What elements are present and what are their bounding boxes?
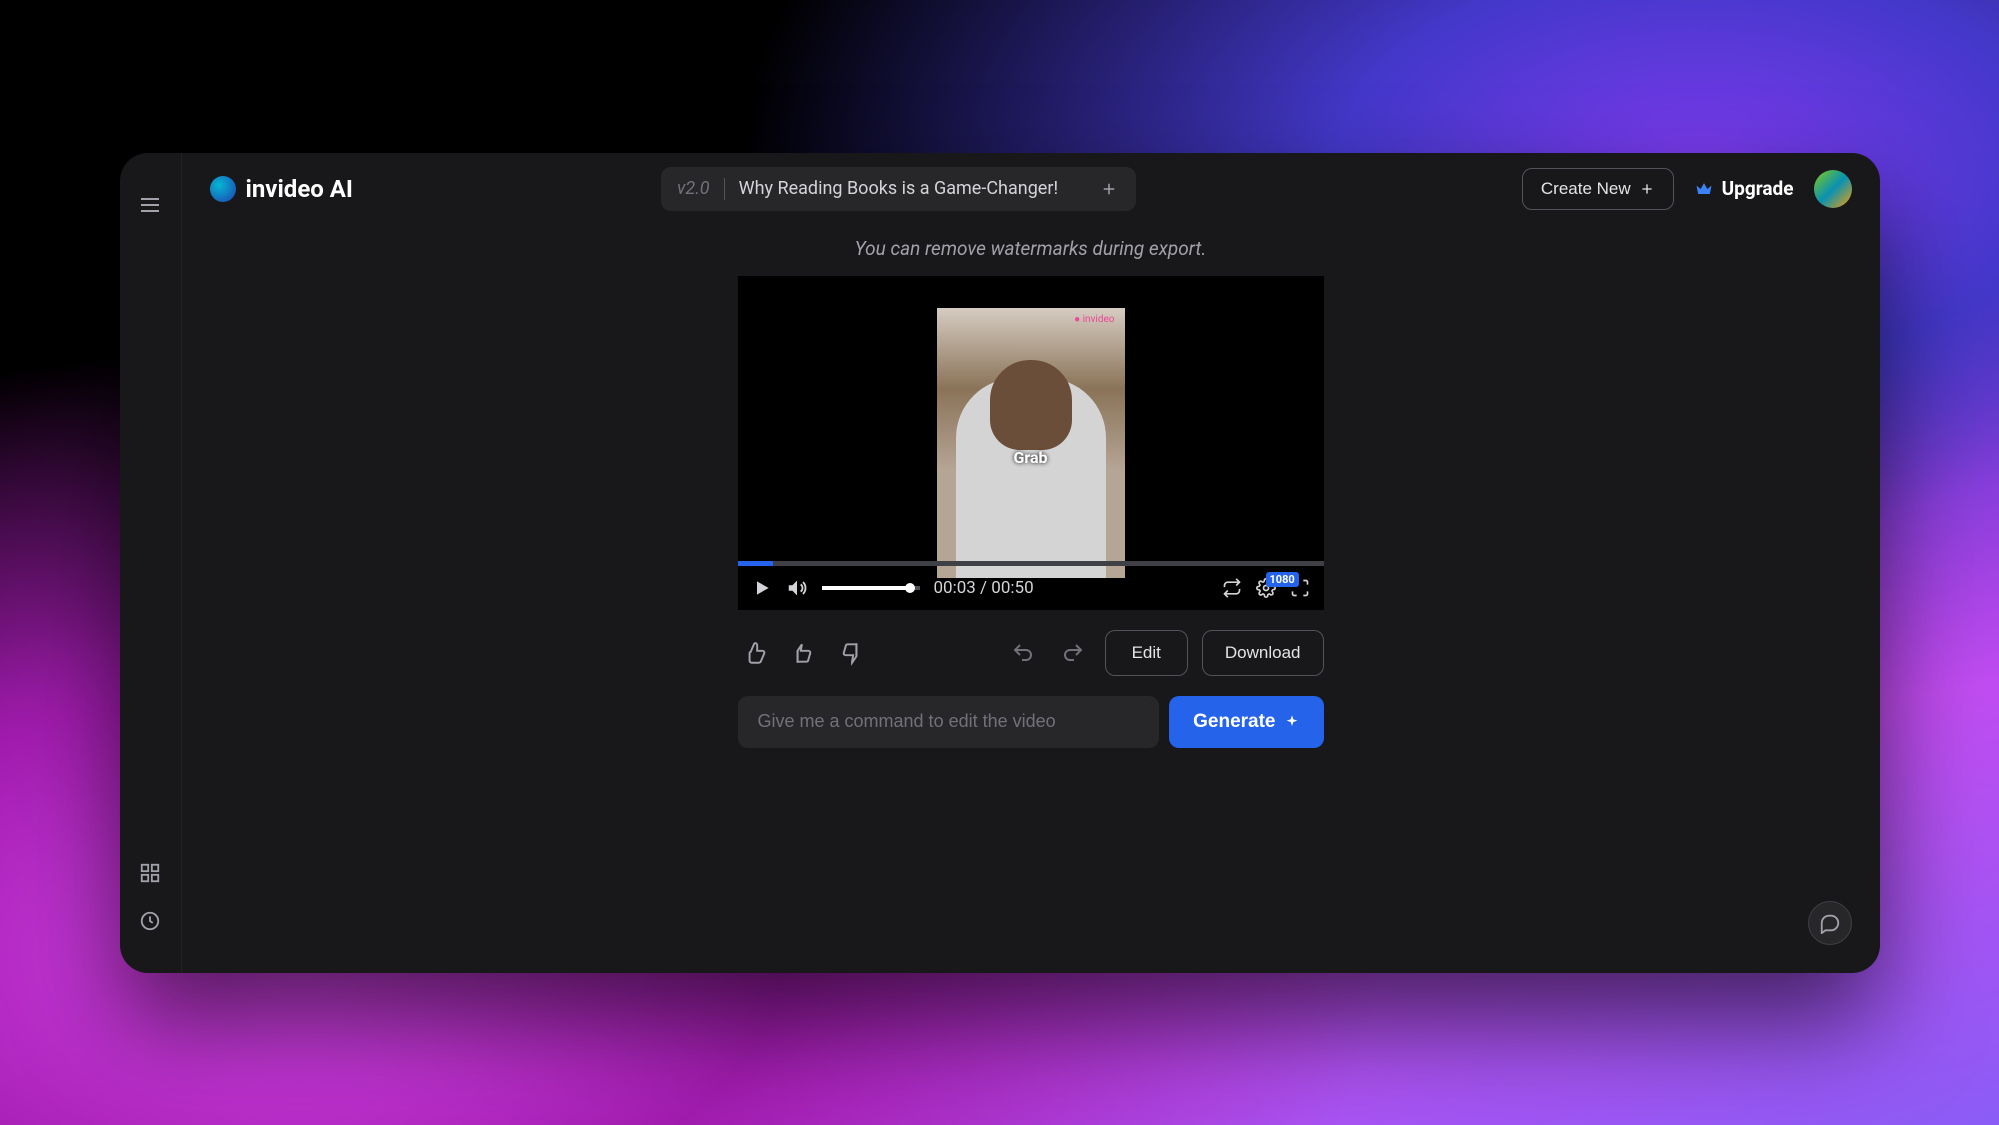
- action-row: Edit Download: [738, 630, 1324, 676]
- quality-badge: 1080: [1266, 572, 1299, 587]
- command-row: Generate: [738, 696, 1324, 748]
- thumbs-up-button[interactable]: [786, 636, 820, 670]
- sparkle-icon: [1284, 714, 1300, 730]
- brand-name: invideo AI: [246, 175, 353, 203]
- undo-icon: [1011, 641, 1035, 665]
- title-pill[interactable]: v2.0 Why Reading Books is a Game-Changer…: [661, 167, 1136, 211]
- content: You can remove watermarks during export.…: [182, 225, 1880, 973]
- crown-icon: [1694, 179, 1714, 199]
- project-title: Why Reading Books is a Game-Changer!: [739, 178, 1058, 199]
- video-frame: Grab ● invideo: [937, 308, 1125, 578]
- brand-logo-icon: [210, 176, 236, 202]
- clap-icon: [742, 640, 768, 666]
- main-area: invideo AI v2.0 Why Reading Books is a G…: [182, 153, 1880, 973]
- loop-button[interactable]: [1222, 578, 1242, 598]
- edit-label: Edit: [1132, 643, 1161, 663]
- version-label: v2.0: [677, 178, 710, 199]
- video-caption: Grab: [1013, 448, 1047, 467]
- grid-icon: [139, 862, 161, 884]
- grid-view-button[interactable]: [132, 855, 168, 891]
- upgrade-label: Upgrade: [1722, 177, 1794, 200]
- volume-knob[interactable]: [905, 583, 915, 593]
- volume-fill: [822, 586, 910, 590]
- top-bar: invideo AI v2.0 Why Reading Books is a G…: [182, 153, 1880, 225]
- hamburger-menu-button[interactable]: [132, 187, 168, 223]
- top-right: Create New Upgrade: [1522, 168, 1852, 210]
- video-player[interactable]: Grab ● invideo: [738, 276, 1324, 610]
- avatar[interactable]: [1814, 170, 1852, 208]
- menu-icon: [138, 193, 162, 217]
- download-label: Download: [1225, 643, 1301, 663]
- loop-icon: [1222, 578, 1242, 598]
- volume-button[interactable]: [786, 577, 808, 599]
- clock-icon: [139, 910, 161, 932]
- create-new-button[interactable]: Create New: [1522, 168, 1674, 210]
- play-icon: [752, 578, 772, 598]
- thumbs-up-icon: [790, 640, 816, 666]
- download-button[interactable]: Download: [1202, 630, 1324, 676]
- video-controls: 00:03 / 00:50 1080: [738, 566, 1324, 610]
- edit-button[interactable]: Edit: [1105, 630, 1188, 676]
- upgrade-button[interactable]: Upgrade: [1694, 177, 1794, 200]
- plus-icon: [1100, 180, 1118, 198]
- settings-button[interactable]: 1080: [1256, 578, 1276, 598]
- thumbs-down-button[interactable]: [834, 636, 868, 670]
- volume-icon: [786, 577, 808, 599]
- app-window: invideo AI v2.0 Why Reading Books is a G…: [120, 153, 1880, 973]
- left-rail: [120, 153, 182, 973]
- chat-button[interactable]: [1808, 901, 1852, 945]
- chat-icon: [1819, 912, 1841, 934]
- time-display: 00:03 / 00:50: [934, 578, 1034, 598]
- history-button[interactable]: [132, 903, 168, 939]
- volume-slider[interactable]: [822, 586, 920, 590]
- play-button[interactable]: [752, 578, 772, 598]
- divider: [724, 178, 725, 200]
- watermark-hint: You can remove watermarks during export.: [855, 237, 1207, 260]
- add-project-button[interactable]: [1098, 178, 1120, 200]
- thumbs-down-icon: [838, 640, 864, 666]
- plus-icon: [1639, 181, 1655, 197]
- video-content: [956, 378, 1106, 578]
- brand: invideo AI: [210, 175, 353, 203]
- generate-button[interactable]: Generate: [1169, 696, 1323, 748]
- command-input[interactable]: [738, 696, 1160, 748]
- undo-button[interactable]: [1005, 635, 1041, 671]
- video-watermark: ● invideo: [1074, 314, 1114, 325]
- redo-button[interactable]: [1055, 635, 1091, 671]
- redo-icon: [1061, 641, 1085, 665]
- create-new-label: Create New: [1541, 179, 1631, 199]
- generate-label: Generate: [1193, 711, 1275, 733]
- clap-button[interactable]: [738, 636, 772, 670]
